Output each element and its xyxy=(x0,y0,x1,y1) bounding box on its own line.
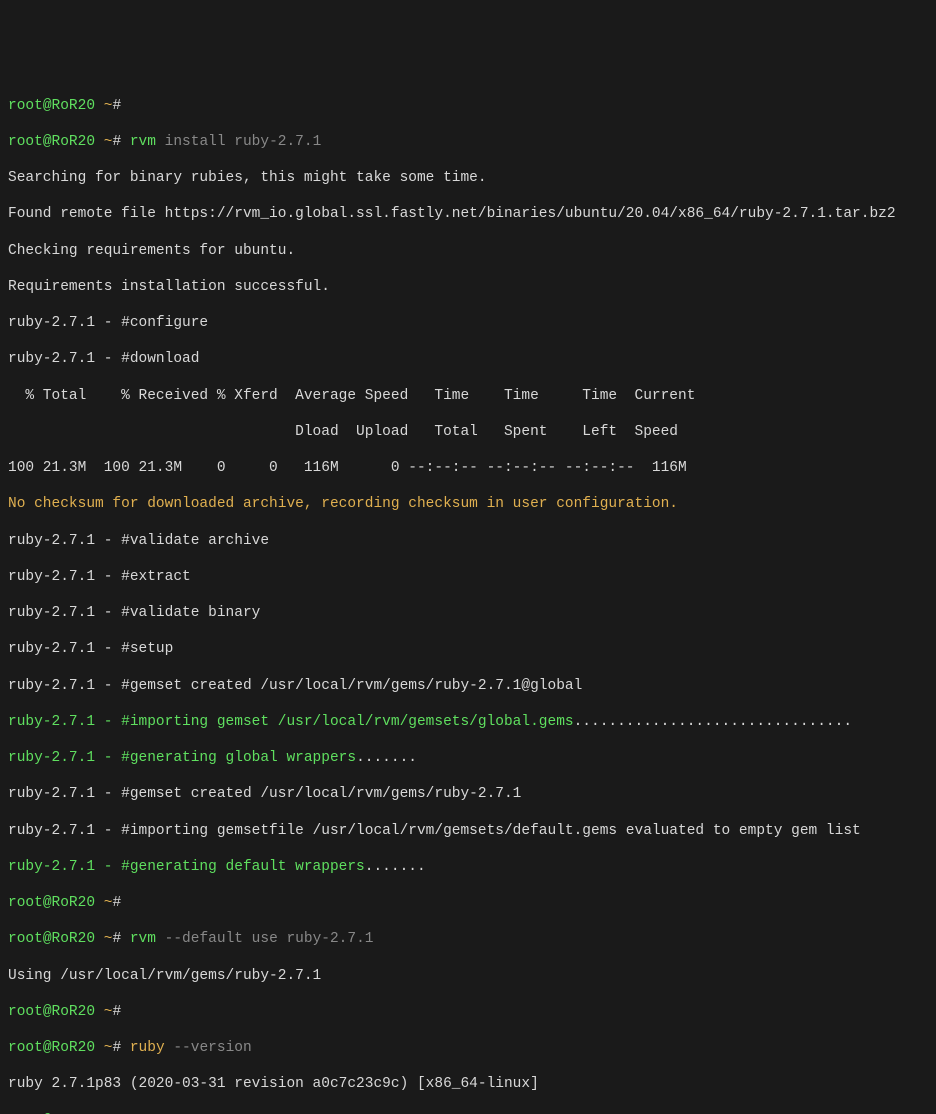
output-line: Found remote file https://rvm_io.global.… xyxy=(8,205,928,223)
command-ruby: ruby xyxy=(130,1040,165,1056)
output-line: 100 21.3M 100 21.3M 0 0 116M 0 --:--:-- … xyxy=(8,459,928,477)
command-rvm: rvm xyxy=(130,134,156,150)
terminal-output[interactable]: root@RoR20 ~# root@RoR20 ~# rvm install … xyxy=(8,79,928,1114)
command-line-2: root@RoR20 ~# rvm --default use ruby-2.7… xyxy=(8,930,928,948)
command-line-3: root@RoR20 ~# ruby --version xyxy=(8,1039,928,1057)
output-line: ruby-2.7.1 - #validate archive xyxy=(8,532,928,550)
output-line: ruby-2.7.1 - #download xyxy=(8,350,928,368)
output-line: ruby-2.7.1 - #validate binary xyxy=(8,604,928,622)
output-line: ruby-2.7.1 - #generating default wrapper… xyxy=(8,858,928,876)
command-args: install ruby-2.7.1 xyxy=(165,134,322,150)
output-line: Checking requirements for ubuntu. xyxy=(8,242,928,260)
output-line: ruby-2.7.1 - #importing gemset /usr/loca… xyxy=(8,713,928,731)
prompt-user: root xyxy=(8,98,43,114)
output-line: ruby 2.7.1p83 (2020-03-31 revision a0c7c… xyxy=(8,1075,928,1093)
command-args: --version xyxy=(173,1040,251,1056)
output-line: ruby-2.7.1 - #gemset created /usr/local/… xyxy=(8,677,928,695)
prompt-line: root@RoR20 ~# xyxy=(8,97,928,115)
output-line: Searching for binary rubies, this might … xyxy=(8,169,928,187)
output-line: Requirements installation successful. xyxy=(8,278,928,296)
command-args: --default use ruby-2.7.1 xyxy=(165,931,374,947)
output-line: ruby-2.7.1 - #gemset created /usr/local/… xyxy=(8,785,928,803)
command-rvm: rvm xyxy=(130,931,156,947)
output-line: Dload Upload Total Spent Left Speed xyxy=(8,423,928,441)
output-line: ruby-2.7.1 - #extract xyxy=(8,568,928,586)
output-line: ruby-2.7.1 - #importing gemsetfile /usr/… xyxy=(8,822,928,840)
prompt-line: root@RoR20 ~# xyxy=(8,1003,928,1021)
output-line: ruby-2.7.1 - #generating global wrappers… xyxy=(8,749,928,767)
output-warning: No checksum for downloaded archive, reco… xyxy=(8,495,928,513)
output-line: ruby-2.7.1 - #configure xyxy=(8,314,928,332)
prompt-line: root@RoR20 ~# xyxy=(8,1112,928,1114)
output-line: ruby-2.7.1 - #setup xyxy=(8,640,928,658)
command-line-1: root@RoR20 ~# rvm install ruby-2.7.1 xyxy=(8,133,928,151)
prompt-line: root@RoR20 ~# xyxy=(8,894,928,912)
output-line: Using /usr/local/rvm/gems/ruby-2.7.1 xyxy=(8,967,928,985)
output-line: % Total % Received % Xferd Average Speed… xyxy=(8,387,928,405)
